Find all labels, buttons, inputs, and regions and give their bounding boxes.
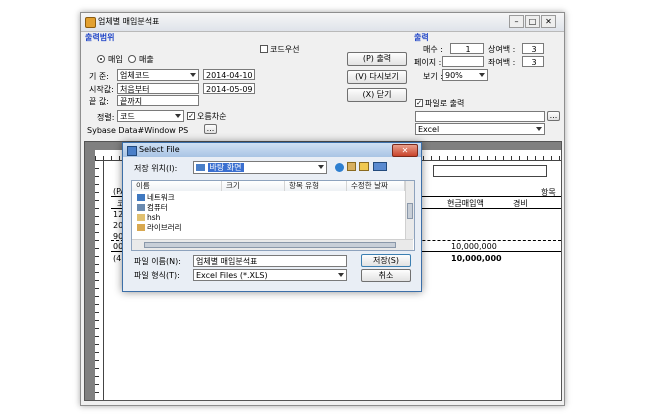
- db-label: Sybase Data#Window PS: [87, 126, 189, 135]
- view-menu-icon[interactable]: [373, 162, 387, 171]
- column-size[interactable]: 크기: [222, 181, 285, 191]
- page-field[interactable]: [442, 56, 484, 67]
- dialog-title: Select File: [139, 145, 180, 154]
- list-item[interactable]: hsh: [137, 213, 160, 223]
- column-date[interactable]: 수정한 날짜: [347, 181, 405, 191]
- filetype-label: 파일 형식(T):: [134, 271, 180, 280]
- cancel-button[interactable]: 취소: [361, 269, 411, 282]
- end-label: 끝 값:: [89, 97, 109, 106]
- file-list[interactable]: 이름 크기 항목 유형 수정한 날짜 네트워크 컴퓨터 hsh 라이브러리: [131, 180, 415, 251]
- vertical-ruler: [95, 160, 104, 400]
- page-label: 페이지 :: [414, 58, 442, 67]
- scroll-thumb[interactable]: [144, 242, 396, 248]
- filename-input[interactable]: 업체별 매입분석표: [193, 255, 347, 267]
- save-button[interactable]: 저장(S): [361, 254, 411, 267]
- sort-combo[interactable]: 코드: [117, 110, 184, 122]
- column-name[interactable]: 이름: [132, 181, 222, 191]
- filetype-value: Excel Files (*.XLS): [196, 271, 268, 280]
- network-icon: [137, 194, 145, 201]
- chevron-down-icon: [479, 73, 485, 77]
- standard-combo[interactable]: 업체코드: [117, 69, 199, 81]
- sales-radio[interactable]: [128, 55, 136, 63]
- code-first-checkbox[interactable]: [260, 45, 268, 53]
- start-label: 시작값:: [89, 85, 114, 94]
- end-field[interactable]: 끝까지: [117, 95, 199, 106]
- chevron-down-icon: [536, 127, 542, 131]
- filename-label: 파일 이름(N):: [134, 257, 181, 266]
- app-icon: [85, 17, 96, 28]
- desktop-icon: [196, 164, 205, 171]
- code-first-label: 코드우선: [270, 45, 300, 54]
- save-in-combo[interactable]: 바탕 화면: [193, 161, 327, 174]
- date-from-field[interactable]: 2014-04-10: [203, 69, 255, 80]
- report-header-box: [433, 165, 547, 177]
- file-browse-button[interactable]: ...: [547, 111, 560, 121]
- standard-label: 기 준:: [89, 72, 109, 81]
- sort-label: 정렬:: [97, 113, 115, 122]
- list-item[interactable]: 컴퓨터: [137, 203, 168, 213]
- copies-label: 매수 :: [423, 45, 443, 54]
- report-total-2: 10,000,000: [451, 254, 502, 263]
- zoom-label: 보기 :: [423, 72, 443, 81]
- chevron-down-icon: [338, 273, 344, 277]
- ascending-checkbox[interactable]: ✓: [187, 112, 195, 120]
- maximize-button[interactable]: □: [525, 15, 540, 28]
- start-field[interactable]: 처음부터: [117, 83, 199, 94]
- standard-value: 업체코드: [120, 71, 150, 80]
- vertical-scrollbar[interactable]: [405, 181, 414, 239]
- list-item[interactable]: 네트워크: [137, 193, 175, 203]
- date-to-field[interactable]: 2014-05-09: [203, 83, 255, 94]
- left-margin-field[interactable]: 3: [522, 56, 544, 67]
- zoom-value: 90%: [445, 71, 463, 80]
- user-folder-icon: [137, 214, 145, 221]
- filetype-combo[interactable]: Excel Files (*.XLS): [193, 269, 347, 281]
- dialog-title-bar: Select File ✕: [123, 143, 421, 157]
- up-folder-icon[interactable]: [347, 162, 356, 171]
- file-output-checkbox[interactable]: ✓: [415, 99, 423, 107]
- top-margin-label: 상여백 :: [488, 45, 516, 54]
- new-folder-icon[interactable]: [359, 162, 369, 171]
- copies-field[interactable]: 1: [450, 43, 484, 54]
- purchase-radio[interactable]: [97, 55, 105, 63]
- dialog-close-button[interactable]: ✕: [392, 144, 418, 157]
- output-section-title: 출력: [414, 33, 429, 42]
- report-total-1: 10,000,000: [451, 242, 497, 251]
- folder-icon: [127, 146, 137, 156]
- chevron-down-icon: [175, 114, 181, 118]
- db-browse-button[interactable]: ...: [204, 124, 217, 134]
- file-output-label: 파일로 출력: [425, 99, 465, 108]
- window-title: 업체별 매입분석표: [98, 17, 160, 26]
- chevron-down-icon: [190, 73, 196, 77]
- file-type-value: Excel: [418, 125, 440, 134]
- left-margin-label: 좌여백 :: [488, 58, 516, 67]
- reset-button[interactable]: (V) 다시보기: [347, 70, 407, 84]
- save-in-value: 바탕 화면: [207, 163, 244, 172]
- ascending-label: 오름차순: [197, 112, 227, 121]
- column-type[interactable]: 항목 유형: [285, 181, 347, 191]
- computer-icon: [137, 204, 145, 211]
- close-dialog-button[interactable]: (X) 닫기: [347, 88, 407, 102]
- close-button[interactable]: ✕: [541, 15, 556, 28]
- top-margin-field[interactable]: 3: [522, 43, 544, 54]
- scroll-thumb[interactable]: [407, 203, 413, 219]
- sort-value: 코드: [120, 112, 135, 121]
- save-in-label: 저장 위치(I):: [134, 164, 178, 173]
- minimize-button[interactable]: –: [509, 15, 524, 28]
- file-type-combo[interactable]: Excel: [415, 123, 545, 135]
- zoom-combo[interactable]: 90%: [442, 69, 488, 81]
- list-item[interactable]: 라이브러리: [137, 223, 182, 233]
- title-bar: 업체별 매입분석표 – □ ✕: [81, 13, 564, 32]
- back-icon[interactable]: [335, 163, 344, 172]
- chevron-down-icon: [318, 165, 324, 169]
- print-button[interactable]: (P) 출력: [347, 52, 407, 66]
- select-file-dialog: Select File ✕ 저장 위치(I): 바탕 화면 이름 크기 항목 유…: [122, 142, 422, 292]
- library-icon: [137, 224, 145, 231]
- purchase-radio-label: 매입: [108, 55, 123, 64]
- file-path-field[interactable]: [415, 111, 545, 122]
- range-section-title: 출력범위: [85, 33, 115, 42]
- sales-radio-label: 매출: [139, 55, 154, 64]
- horizontal-scrollbar[interactable]: [132, 239, 413, 250]
